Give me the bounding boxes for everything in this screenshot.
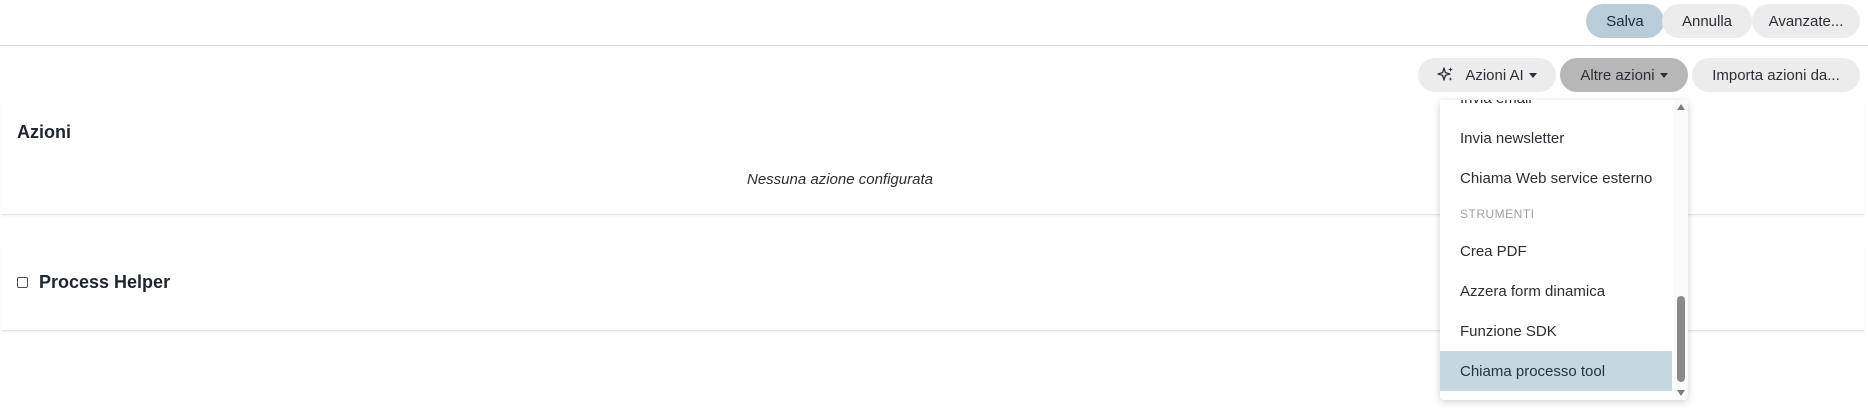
cancel-button[interactable]: Annulla bbox=[1662, 4, 1752, 38]
menu-item-call-process-tool[interactable]: Chiama processo tool bbox=[1440, 351, 1672, 391]
import-actions-button[interactable]: Importa azioni da... bbox=[1692, 58, 1860, 92]
scroll-up-arrow-icon[interactable] bbox=[1677, 104, 1685, 110]
advanced-button-label: Avanzate... bbox=[1768, 12, 1844, 30]
save-button-label: Salva bbox=[1606, 12, 1644, 30]
actions-card-title: Azioni bbox=[17, 122, 71, 142]
advanced-button[interactable]: Avanzate... bbox=[1752, 4, 1860, 38]
menu-item-reset-dynamic-form[interactable]: Azzera form dinamica bbox=[1440, 271, 1672, 311]
other-actions-button[interactable]: Altre azioni bbox=[1560, 58, 1688, 92]
ai-actions-label: Azioni AI bbox=[1465, 66, 1524, 84]
save-button[interactable]: Salva bbox=[1586, 4, 1664, 38]
scrollbar-thumb[interactable] bbox=[1677, 296, 1685, 382]
menu-item-send-email[interactable]: Invia email bbox=[1440, 100, 1672, 118]
sparkle-icon bbox=[1437, 66, 1455, 84]
menu-section-header-tools: STRUMENTI bbox=[1460, 207, 1535, 221]
scroll-down-arrow-icon[interactable] bbox=[1677, 390, 1685, 396]
other-actions-dropdown: Invia email Invia newsletter Chiama Web … bbox=[1440, 100, 1688, 400]
other-actions-label: Altre azioni bbox=[1580, 66, 1655, 84]
process-helper-checkbox[interactable] bbox=[17, 277, 28, 288]
chevron-down-icon bbox=[1528, 72, 1537, 78]
menu-item-call-web-service[interactable]: Chiama Web service esterno bbox=[1440, 158, 1672, 198]
chevron-down-icon bbox=[1659, 72, 1668, 78]
menu-item-create-pdf[interactable]: Crea PDF bbox=[1440, 231, 1672, 271]
menu-item-sdk-function[interactable]: Funzione SDK bbox=[1440, 311, 1672, 351]
empty-actions-message: Nessuna azione configurata bbox=[747, 171, 933, 188]
process-helper-title: Process Helper bbox=[39, 272, 171, 292]
cancel-button-label: Annulla bbox=[1681, 12, 1733, 30]
ai-actions-button[interactable]: Azioni AI bbox=[1418, 58, 1556, 92]
dropdown-scrollbar[interactable] bbox=[1674, 100, 1688, 400]
top-toolbar: Salva Annulla Avanzate... bbox=[0, 0, 1868, 46]
menu-item-send-newsletter[interactable]: Invia newsletter bbox=[1440, 118, 1672, 158]
import-actions-label: Importa azioni da... bbox=[1712, 66, 1840, 84]
